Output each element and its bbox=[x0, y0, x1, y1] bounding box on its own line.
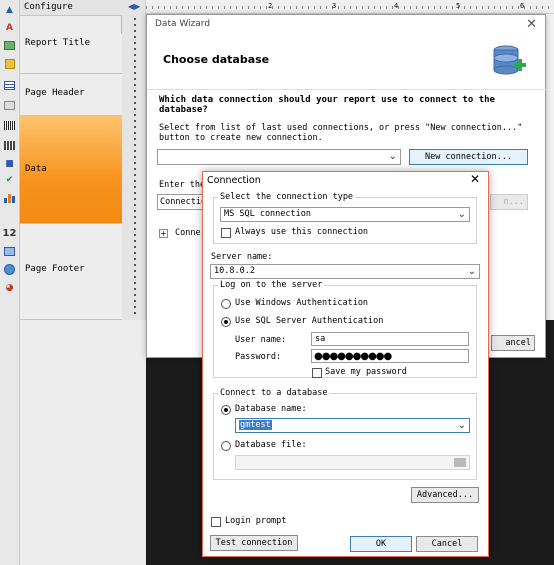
always-use-label: Always use this connection bbox=[235, 227, 369, 237]
test-connection-button[interactable]: Test connection bbox=[210, 535, 298, 551]
close-icon[interactable]: ✕ bbox=[526, 17, 537, 32]
ruler-mark: 6 bbox=[520, 2, 525, 10]
username-label: User name: bbox=[235, 335, 287, 345]
close-icon[interactable]: ✕ bbox=[470, 172, 480, 186]
chart-icon[interactable] bbox=[2, 190, 17, 205]
band-page-footer[interactable]: Page Footer bbox=[20, 224, 122, 320]
rich-text-icon[interactable]: ■ bbox=[2, 156, 17, 171]
ruler-mark: 4 bbox=[394, 2, 399, 10]
globe-icon[interactable] bbox=[2, 262, 17, 277]
band-guide-line bbox=[134, 18, 136, 318]
sql-auth-radio[interactable] bbox=[221, 317, 231, 327]
band-panel: Configure Report Title Page Header Data … bbox=[20, 0, 122, 320]
password-mask: ●●●●●●●●●● bbox=[314, 351, 392, 362]
ruler-mark: 2 bbox=[268, 2, 273, 10]
connection-titlebar[interactable]: Connection ✕ bbox=[203, 172, 488, 190]
select-value: gmtest bbox=[239, 420, 272, 430]
ruler-mark: 3 bbox=[332, 2, 337, 10]
chevron-down-icon[interactable]: ⌄ bbox=[468, 266, 476, 277]
ruler-mark: 5 bbox=[456, 2, 461, 10]
folder-icon[interactable] bbox=[454, 458, 466, 467]
header-divider bbox=[147, 89, 547, 90]
check-icon[interactable]: ✔ bbox=[2, 172, 17, 187]
save-password-label: Save my password bbox=[325, 367, 407, 377]
database-file-label: Database file: bbox=[235, 440, 307, 450]
barcode-small-icon[interactable] bbox=[2, 138, 17, 153]
group-title: Connect to a database bbox=[220, 388, 328, 398]
server-name-label: Server name: bbox=[211, 252, 273, 262]
band-label: Page Header bbox=[25, 88, 85, 98]
expand-icon[interactable]: + bbox=[159, 229, 168, 238]
instructions-text: Select from list of last used connection… bbox=[159, 123, 523, 143]
recent-connections-combo[interactable]: ⌄ bbox=[157, 149, 401, 165]
number-label[interactable]: 12 bbox=[2, 226, 17, 241]
username-field[interactable]: sa bbox=[311, 332, 469, 346]
select-value: 10.8.0.2 bbox=[214, 266, 255, 276]
ruler-arrows-icon[interactable]: ◀▶ bbox=[128, 2, 140, 11]
connection-tree-label: Conne bbox=[175, 228, 201, 238]
chevron-down-icon[interactable]: ⌄ bbox=[458, 420, 466, 431]
question-text: Which data connection should your report… bbox=[159, 95, 495, 115]
connection-title: Connection bbox=[207, 175, 261, 186]
wizard-titlebar[interactable]: Data Wizard ✕ bbox=[147, 15, 545, 37]
horizontal-ruler: 2 3 4 5 6 bbox=[146, 0, 554, 14]
windows-auth-radio[interactable] bbox=[221, 299, 231, 309]
map-icon[interactable] bbox=[2, 244, 17, 259]
band-label: Report Title bbox=[25, 38, 91, 48]
band-report-title[interactable]: Report Title bbox=[20, 34, 122, 74]
database-file-radio[interactable] bbox=[221, 441, 231, 451]
pointer-icon[interactable]: ▲ bbox=[2, 2, 17, 17]
sql-auth-label: Use SQL Server Authentication bbox=[235, 316, 384, 326]
save-password-checkbox[interactable] bbox=[312, 368, 322, 378]
wizard-cancel-button[interactable]: ancel bbox=[491, 335, 535, 351]
band-label: Page Footer bbox=[25, 264, 85, 274]
database-name-label: Database name: bbox=[235, 404, 307, 414]
group-title: Log on to the server bbox=[220, 280, 323, 290]
text-icon[interactable]: A bbox=[2, 20, 17, 35]
always-use-checkbox[interactable] bbox=[221, 228, 231, 238]
database-name-radio[interactable] bbox=[221, 405, 231, 415]
configure-label: Configure bbox=[24, 2, 73, 12]
shape-icon[interactable] bbox=[2, 56, 17, 71]
password-label: Password: bbox=[235, 352, 282, 362]
band-label: Data bbox=[25, 164, 47, 174]
configure-header[interactable]: Configure bbox=[20, 0, 122, 16]
select-value: MS SQL connection bbox=[224, 209, 311, 219]
wizard-title: Data Wizard bbox=[155, 19, 211, 29]
wizard-header: Choose database bbox=[163, 53, 270, 66]
designer-blank-area bbox=[20, 320, 146, 565]
advanced-button[interactable]: Advanced... bbox=[411, 487, 479, 503]
chevron-down-icon[interactable]: ⌄ bbox=[458, 209, 466, 220]
image-icon[interactable] bbox=[2, 98, 17, 113]
enter-label: Enter the bbox=[159, 180, 206, 190]
database-file-field[interactable] bbox=[235, 455, 470, 470]
group-title: Select the connection type bbox=[220, 192, 354, 202]
database-add-icon bbox=[493, 45, 526, 75]
chevron-down-icon[interactable]: ⌄ bbox=[389, 151, 397, 162]
edit-connection-button[interactable]: n... bbox=[490, 194, 528, 210]
band-page-header[interactable]: Page Header bbox=[20, 74, 122, 116]
server-name-select[interactable]: 10.8.0.2 ⌄ bbox=[210, 264, 480, 279]
table-icon[interactable] bbox=[2, 78, 17, 93]
logon-group: Log on to the server bbox=[213, 280, 477, 378]
new-connection-button[interactable]: New connection... bbox=[409, 149, 528, 165]
toolbox: ▲ A ■ ✔ 12 ◕ bbox=[0, 0, 20, 565]
band-data[interactable]: Data bbox=[20, 116, 122, 224]
password-field[interactable]: ●●●●●●●●●● bbox=[311, 349, 469, 363]
login-prompt-checkbox[interactable] bbox=[211, 517, 221, 527]
gauge-icon[interactable]: ◕ bbox=[2, 280, 17, 295]
ok-button[interactable]: OK bbox=[350, 536, 412, 552]
connection-type-select[interactable]: MS SQL connection ⌄ bbox=[220, 207, 470, 222]
login-prompt-label: Login prompt bbox=[225, 516, 287, 526]
picture-icon[interactable] bbox=[2, 38, 17, 53]
database-name-select[interactable]: gmtest ⌄ bbox=[235, 418, 470, 433]
cancel-button[interactable]: Cancel bbox=[416, 536, 478, 552]
barcode-icon[interactable] bbox=[2, 118, 17, 133]
windows-auth-label: Use Windows Authentication bbox=[235, 298, 369, 308]
connection-dialog: Connection ✕ Select the connection type … bbox=[202, 171, 489, 557]
